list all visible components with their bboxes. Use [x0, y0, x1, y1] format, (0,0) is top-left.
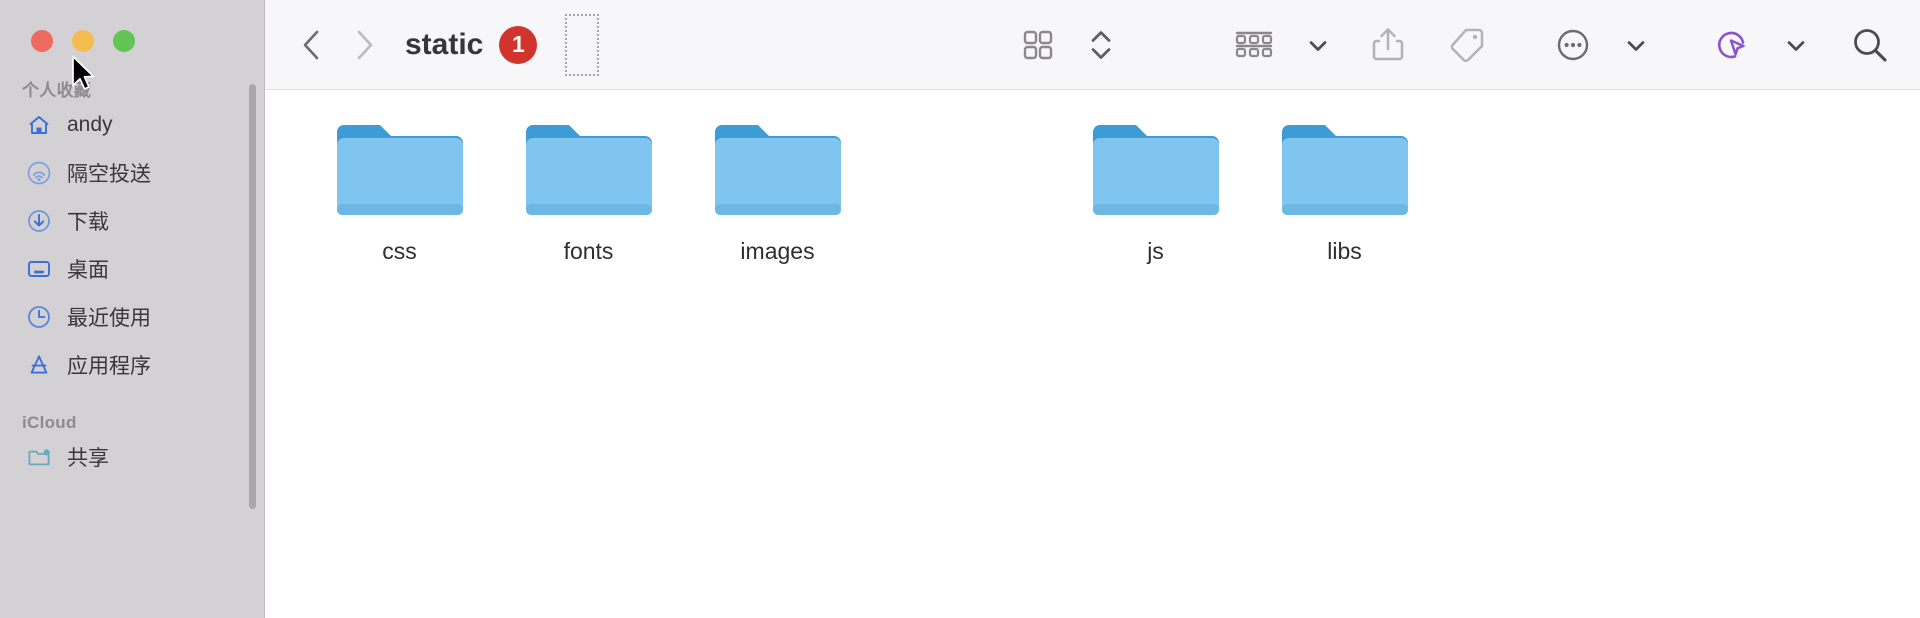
sidebar-item-label: 桌面 — [67, 259, 109, 282]
clock-icon — [26, 304, 52, 330]
minimize-button[interactable] — [72, 30, 94, 52]
grid-item-label: fonts — [563, 238, 614, 264]
sidebar: 个人收藏 andy 隔空投送 下载 桌面 最近使用 应用程序 iCloud 共享 — [0, 0, 265, 618]
sidebar-item-label: 隔空投送 — [67, 163, 151, 186]
shared-folder-icon — [26, 444, 52, 470]
sidebar-item-downloads[interactable]: 下载 — [0, 197, 265, 245]
grid-item-css[interactable]: css — [305, 118, 494, 265]
sidebar-item-desktop[interactable]: 桌面 — [0, 245, 265, 293]
page-title: static — [405, 27, 484, 61]
window-controls — [0, 0, 265, 52]
icon-view-button[interactable] — [1018, 19, 1058, 71]
sidebar-section-icloud: iCloud — [22, 413, 77, 432]
toolbar-actions — [1018, 19, 1920, 71]
shortcuts-chevron[interactable] — [1784, 19, 1808, 71]
more-chevron[interactable] — [1624, 19, 1648, 71]
sidebar-item-label: 下载 — [67, 211, 109, 234]
sidebar-item-label: 应用程序 — [67, 355, 151, 378]
group-by-chevron[interactable] — [1306, 19, 1330, 71]
sidebar-item-label: 最近使用 — [67, 307, 151, 330]
close-button[interactable] — [31, 30, 53, 52]
tag-button[interactable] — [1446, 19, 1488, 71]
grid-item-libs[interactable]: libs — [1250, 118, 1439, 265]
forward-button[interactable] — [347, 28, 381, 62]
group-by-button[interactable] — [1232, 19, 1276, 71]
share-button[interactable] — [1368, 19, 1408, 71]
downloads-icon — [26, 208, 52, 234]
grid-item-js[interactable]: js — [1061, 118, 1250, 265]
grid-item-label: images — [740, 238, 815, 264]
sidebar-item-label: andy — [67, 113, 113, 136]
shortcuts-button[interactable] — [1712, 19, 1754, 71]
sidebar-item-airdrop[interactable]: 隔空投送 — [0, 149, 265, 197]
home-icon — [26, 112, 52, 138]
applications-icon — [26, 352, 52, 378]
folder-icon — [709, 118, 847, 222]
view-stepper[interactable] — [1088, 19, 1114, 71]
sidebar-item-recents[interactable]: 最近使用 — [0, 293, 265, 341]
maximize-button[interactable] — [113, 30, 135, 52]
sidebar-section-favorites: 个人收藏 — [22, 81, 92, 100]
sidebar-item-applications[interactable]: 应用程序 — [0, 341, 265, 389]
back-button[interactable] — [295, 28, 329, 62]
sidebar-scrollbar[interactable] — [249, 84, 256, 509]
grid-item-empty-slot[interactable] — [872, 118, 1061, 238]
sidebar-item-shared[interactable]: 共享 — [0, 433, 265, 481]
toolbar: static 1 — [265, 0, 1920, 90]
folder-icon — [520, 118, 658, 222]
airdrop-icon — [26, 160, 52, 186]
grid-item-images[interactable]: images — [683, 118, 872, 265]
grid-item-label: libs — [1327, 238, 1362, 264]
grid-item-label: css — [382, 238, 417, 264]
folder-icon — [331, 118, 469, 222]
folder-icon — [1087, 118, 1225, 222]
grid-item-label: js — [1147, 238, 1164, 264]
drop-target-placeholder[interactable] — [565, 13, 600, 76]
sidebar-item-andy[interactable]: andy — [0, 101, 265, 149]
status-badge: 1 — [499, 25, 538, 64]
mouse-cursor — [71, 55, 97, 93]
finder-window: 个人收藏 andy 隔空投送 下载 桌面 最近使用 应用程序 iCloud 共享… — [0, 0, 1920, 618]
main-area: static 1 css fonts images js libs — [265, 0, 1920, 618]
navigation-buttons — [265, 28, 381, 62]
grid-item-fonts[interactable]: fonts — [494, 118, 683, 265]
sidebar-item-label: 共享 — [67, 447, 109, 470]
search-button[interactable] — [1848, 19, 1892, 71]
folder-icon — [1276, 118, 1414, 222]
desktop-icon — [26, 256, 52, 282]
file-grid: css fonts images js libs — [265, 90, 1920, 618]
more-actions-button[interactable] — [1552, 19, 1594, 71]
